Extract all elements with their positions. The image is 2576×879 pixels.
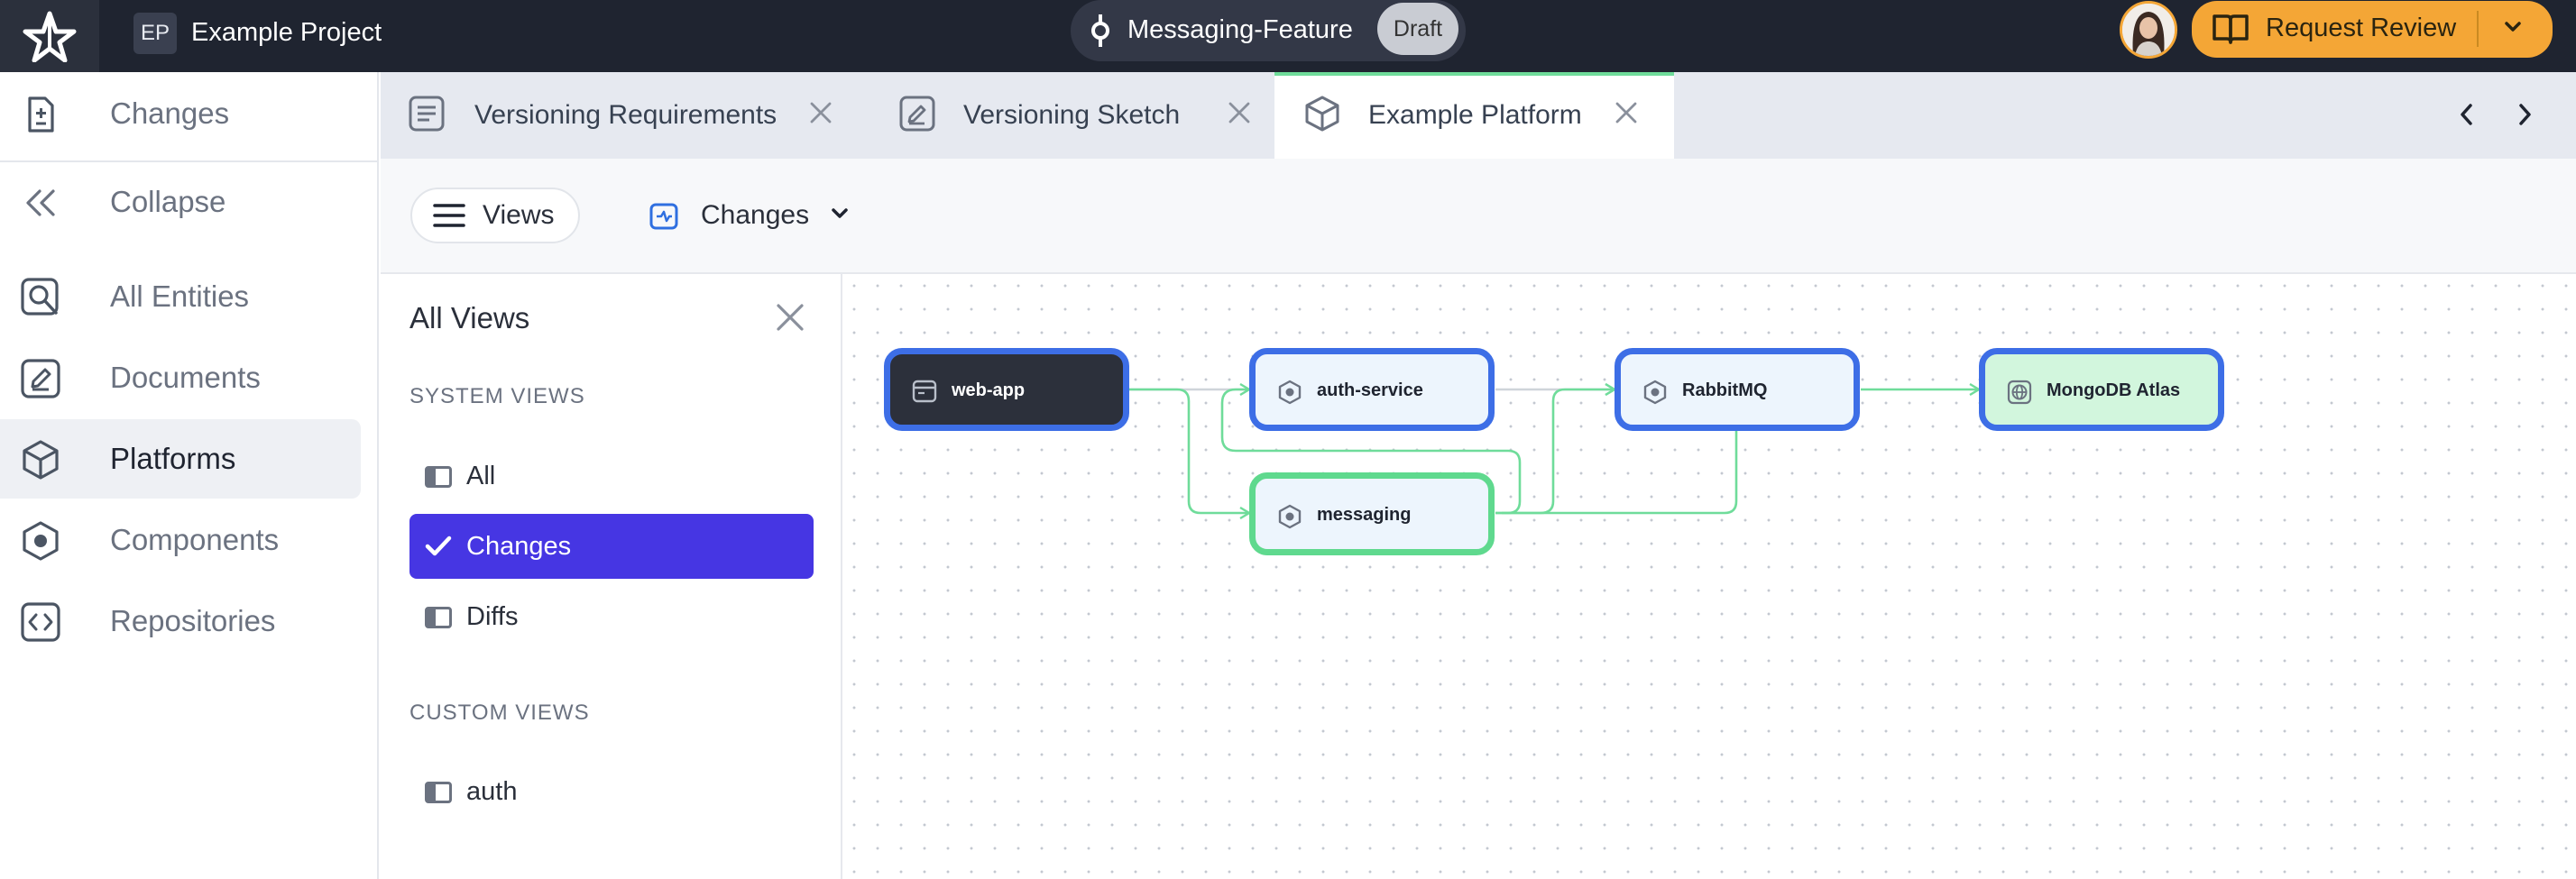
- sketch-icon: [899, 96, 935, 132]
- sidebar-item-label: Collapse: [110, 185, 226, 218]
- platform-cube-icon: [23, 440, 59, 480]
- component-hexagon-icon: [23, 521, 59, 561]
- chevron-left-icon[interactable]: [2455, 99, 2479, 130]
- tab-versioning-requirements[interactable]: Versioning Requirements: [381, 72, 857, 159]
- sidebar-item-components[interactable]: Components: [0, 500, 379, 580]
- system-views-heading: SYSTEM VIEWS: [409, 384, 585, 408]
- sidebar-item-label: All Entities: [110, 279, 250, 313]
- component-hexagon-icon: [1278, 504, 1302, 529]
- view-item-label: Diffs: [466, 602, 519, 631]
- node-mongodb-atlas[interactable]: MongoDB Atlas: [1979, 348, 2224, 431]
- view-item-diffs[interactable]: Diffs: [409, 584, 814, 649]
- views-button-label: Views: [483, 200, 555, 230]
- view-panel-icon: [425, 782, 452, 803]
- request-review-label: Request Review: [2266, 14, 2457, 42]
- view-item-label: Changes: [466, 532, 572, 561]
- tab-label: Versioning Sketch: [963, 100, 1181, 130]
- menu-icon: [433, 204, 465, 227]
- double-chevron-left-icon: [26, 189, 55, 216]
- tab-versioning-sketch[interactable]: Versioning Sketch: [868, 72, 1274, 159]
- chevron-right-icon[interactable]: [2513, 99, 2536, 130]
- code-brackets-icon: [21, 602, 60, 642]
- view-changes-icon[interactable]: [649, 203, 678, 230]
- checkmark-icon: [425, 536, 452, 556]
- node-auth-service[interactable]: auth-service: [1249, 348, 1495, 431]
- globe-icon: [2007, 380, 2032, 405]
- chevron-down-icon[interactable]: [2503, 20, 2523, 34]
- sidebar-item-label: Components: [110, 523, 280, 556]
- avatar[interactable]: [2120, 1, 2177, 59]
- view-item-label: All: [466, 462, 496, 490]
- app-logo[interactable]: [0, 0, 99, 72]
- view-panel-icon: [425, 607, 452, 628]
- close-icon[interactable]: [808, 100, 833, 125]
- sidebar-item-label: Repositories: [110, 604, 276, 637]
- tab-label: Example Platform: [1368, 100, 1582, 130]
- node-rabbitmq[interactable]: RabbitMQ: [1615, 348, 1860, 431]
- user-portrait-icon: [2122, 4, 2175, 56]
- search-entities-icon: [21, 278, 59, 316]
- node-label: MongoDB Atlas: [2047, 380, 2181, 400]
- close-icon[interactable]: [1227, 100, 1252, 125]
- branch-name: Messaging-Feature: [1127, 15, 1353, 44]
- component-hexagon-icon: [1643, 380, 1667, 405]
- sidebar-item-repositories[interactable]: Repositories: [0, 581, 379, 661]
- button-divider: [2477, 11, 2479, 47]
- document-edit-icon: [21, 359, 60, 398]
- file-diff-icon: [28, 96, 54, 133]
- sidebar-item-changes[interactable]: Changes: [0, 74, 379, 153]
- close-icon[interactable]: [774, 301, 806, 334]
- project-badge[interactable]: EP: [133, 13, 177, 54]
- views-panel-title: All Views: [409, 301, 530, 334]
- sidebar-item-all-entities[interactable]: All Entities: [0, 257, 379, 336]
- project-name[interactable]: Example Project: [191, 14, 382, 50]
- star-logo-icon: [23, 11, 77, 62]
- node-messaging[interactable]: messaging: [1249, 472, 1495, 555]
- sidebar-item-label: Platforms: [110, 442, 236, 475]
- browser-window-icon: [912, 380, 937, 403]
- current-view-selector[interactable]: Changes: [701, 197, 809, 233]
- sidebar-item-label: Changes: [110, 96, 230, 130]
- view-panel-icon: [425, 466, 452, 488]
- status-badge: Draft: [1377, 3, 1458, 55]
- sidebar-item-platforms[interactable]: Platforms: [0, 419, 379, 499]
- tab-example-platform[interactable]: Example Platform: [1274, 72, 1674, 159]
- chevron-down-icon[interactable]: [830, 206, 850, 221]
- node-label: auth-service: [1317, 380, 1423, 400]
- close-icon[interactable]: [1614, 100, 1639, 125]
- node-label: RabbitMQ: [1682, 380, 1768, 400]
- sidebar-collapse[interactable]: Collapse: [0, 162, 379, 242]
- view-item-all[interactable]: All: [409, 444, 814, 508]
- node-label: messaging: [1317, 505, 1412, 525]
- tab-label: Versioning Requirements: [474, 100, 777, 130]
- component-hexagon-icon: [1278, 380, 1302, 405]
- open-book-icon: [2213, 14, 2249, 44]
- sidebar-item-documents[interactable]: Documents: [0, 338, 379, 417]
- document-icon: [409, 96, 445, 132]
- node-label: web-app: [952, 380, 1026, 400]
- view-item-label: auth: [466, 777, 518, 806]
- node-web-app[interactable]: web-app: [884, 348, 1129, 431]
- platform-cube-icon: [1305, 96, 1339, 132]
- view-item-changes[interactable]: Changes: [409, 514, 814, 579]
- custom-views-heading: CUSTOM VIEWS: [409, 700, 590, 725]
- sidebar-item-label: Documents: [110, 361, 261, 394]
- view-item-auth[interactable]: auth: [409, 759, 814, 824]
- git-commit-icon: [1091, 14, 1109, 47]
